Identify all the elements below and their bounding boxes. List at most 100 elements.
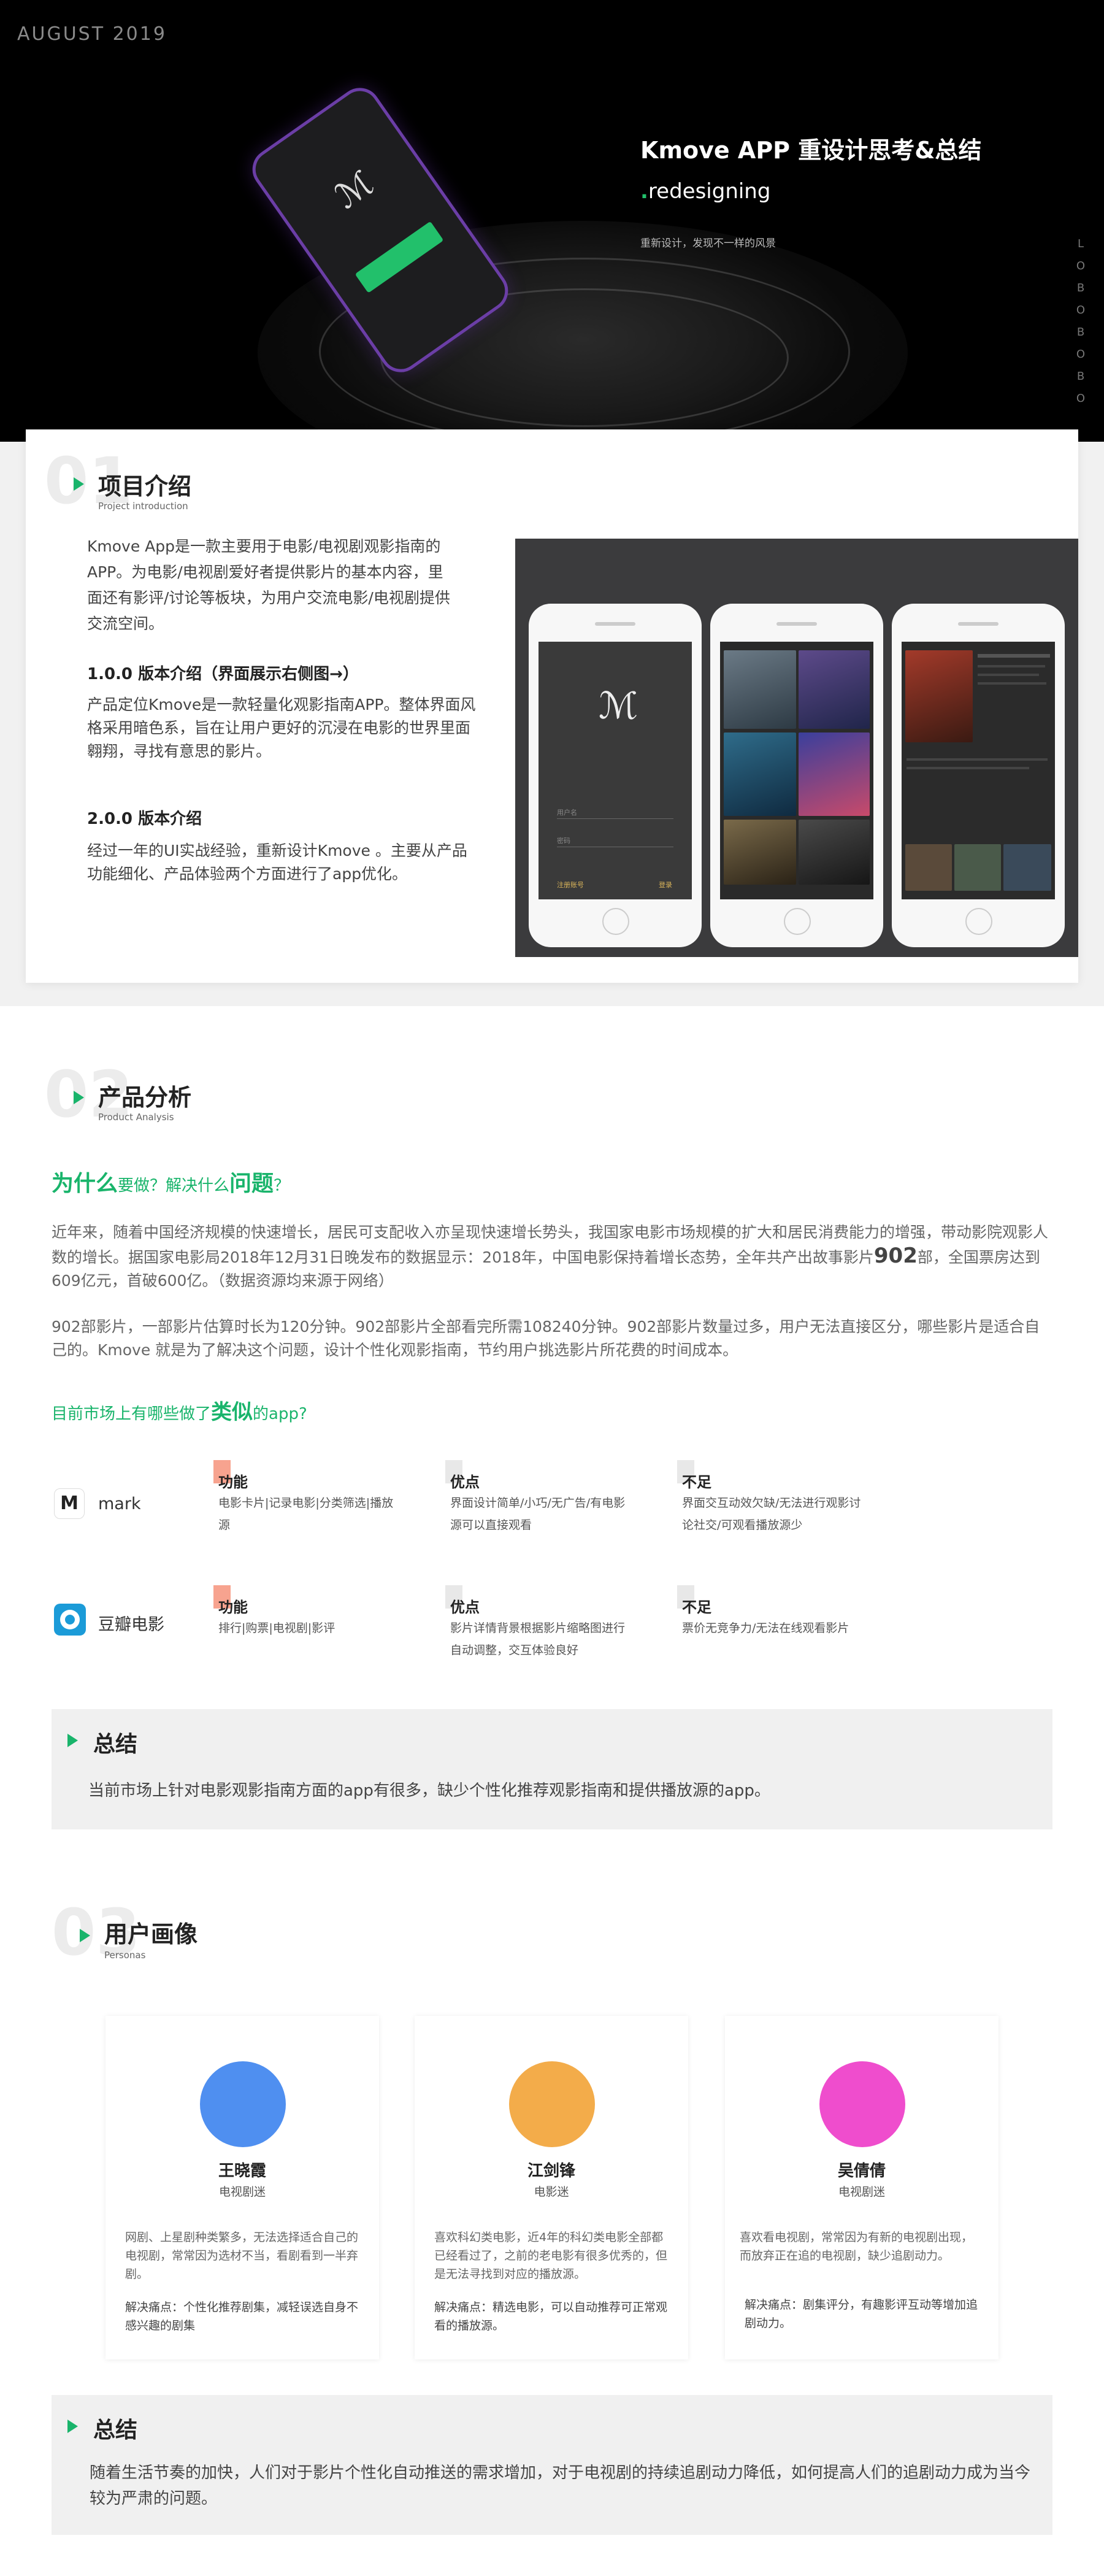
section-title: 用户画像 bbox=[104, 1921, 198, 1948]
persona-name: 吴倩倩 bbox=[837, 2162, 886, 2180]
hero-date: AUGUST 2019 bbox=[17, 23, 167, 45]
why-big: 为什么 bbox=[52, 1171, 118, 1196]
avatar bbox=[509, 2061, 595, 2147]
mark-app-icon: M bbox=[54, 1488, 85, 1519]
douban-icon-shape bbox=[65, 1615, 75, 1624]
phone-login-button-graphic bbox=[355, 221, 444, 293]
persona-name: 江剑锋 bbox=[527, 2162, 575, 2180]
text-line bbox=[907, 767, 1029, 769]
phone-speaker bbox=[958, 622, 999, 626]
phone-speaker bbox=[776, 622, 817, 626]
play-icon bbox=[67, 1734, 78, 1747]
persona-card: 吴倩倩 电视剧迷 喜欢看电视剧，常常因为有新的电视剧出现，而放弃正在追的电视剧，… bbox=[725, 2016, 999, 2359]
similar-text-end: 的app? bbox=[253, 1405, 307, 1423]
summary-panel: 总结 随着生活节奏的加快，人们对于影片个性化自动推送的需求增加，对于电视剧的持续… bbox=[52, 2395, 1052, 2535]
v2-text: 经过一年的UI实战经验，重新设计Kmove 。主要从产品功能细化、产品体验两个方… bbox=[87, 842, 467, 883]
summary-panel: 总结 当前市场上针对电影观影指南方面的app有很多，缺少个性化推荐观影指南和提供… bbox=[52, 1709, 1052, 1829]
v1-title: 1.0.0 版本介绍（界面展示右侧图→） bbox=[87, 665, 359, 683]
paragraph-market: 近年来，随着中国经济规模的快速增长，居民可支配收入亦呈现快速增长势头，我国家电影… bbox=[52, 1221, 1051, 1293]
movie-poster bbox=[724, 650, 796, 729]
hero-subtitle: .redesigning bbox=[640, 179, 770, 204]
similar-apps-question: 目前市场上有哪些做了类似的app? bbox=[52, 1395, 307, 1425]
movie-poster bbox=[905, 650, 973, 742]
text-line bbox=[907, 758, 1048, 761]
username-field: 用户名 bbox=[557, 809, 577, 817]
why-question: 为什么要做？解决什么问题？ bbox=[52, 1166, 289, 1198]
avatar bbox=[200, 2061, 286, 2147]
pros-heading: 优点 bbox=[450, 1599, 480, 1616]
function-text: 电影卡片|记录电影|分类筛选|播放源 bbox=[218, 1496, 394, 1532]
persona-pain-point: 解决痛点：精选电影，可以自动推荐可正常观看的播放源。 bbox=[434, 2301, 668, 2332]
app-logo-icon: ℳ bbox=[328, 163, 381, 217]
login-link: 登录 bbox=[659, 881, 672, 889]
movie-poster bbox=[799, 732, 870, 816]
competitor-name: mark bbox=[98, 1494, 141, 1513]
section-subtitle: Personas bbox=[104, 1950, 146, 1961]
persona-description: 喜欢科幻类电影，近4年的科幻类电影全部都已经看过了，之前的老电影有很多优秀的，但… bbox=[434, 2231, 668, 2281]
hero-title: Kmove APP 重设计思考&总结 bbox=[640, 137, 982, 164]
section-subtitle: Project introduction bbox=[98, 501, 188, 512]
play-icon bbox=[67, 2420, 78, 2433]
movie-detail-phone bbox=[892, 604, 1065, 947]
cast-thumb bbox=[954, 844, 1001, 891]
pros-text: 界面设计简单/小巧/无广告/有电影源可以直接观看 bbox=[450, 1496, 626, 1532]
pros-heading: 优点 bbox=[450, 1474, 480, 1491]
movie-detail-screen bbox=[902, 642, 1055, 899]
section-subtitle: Product Analysis bbox=[98, 1112, 174, 1123]
v2-title: 2.0.0 版本介绍 bbox=[87, 810, 202, 828]
kmove-logo-icon: ℳ bbox=[599, 685, 638, 728]
cons-heading: 不足 bbox=[682, 1474, 711, 1491]
why-small: 什么 bbox=[197, 1177, 230, 1195]
douban-app-icon bbox=[54, 1604, 86, 1636]
avatar bbox=[819, 2061, 905, 2147]
why-small: 要做？解决 bbox=[118, 1177, 198, 1195]
intro-text: Kmove App是一款主要用于电影/电视剧观影指南的APP。为电影/电视剧爱好… bbox=[87, 537, 450, 632]
persona-card: 江剑锋 电影迷 喜欢科幻类电影，近4年的科幻类电影全部都已经看过了，之前的老电影… bbox=[415, 2016, 688, 2359]
text-line bbox=[978, 665, 1045, 667]
persona-description: 网剧、上星剧种类繁多，无法选择适合自己的电视剧，常常因为选材不当，看剧看到一半弃… bbox=[125, 2231, 359, 2281]
app-screens-showcase: ℳ 用户名 密码 注册账号 登录 bbox=[515, 539, 1078, 957]
similar-text: 目前市场上有哪些做了 bbox=[52, 1405, 212, 1423]
hero-tagline: 重新设计，发现不一样的风景 bbox=[640, 237, 776, 250]
summary-text: 当前市场上针对电影观影指南方面的app有很多，缺少个性化推荐观影指南和提供播放源… bbox=[88, 1782, 770, 1800]
password-field: 密码 bbox=[557, 837, 570, 845]
play-icon bbox=[80, 1929, 90, 1942]
play-icon bbox=[74, 477, 84, 491]
cons-text: 界面交互动效欠缺/无法进行观影讨论社交/可观看播放源少 bbox=[682, 1496, 861, 1532]
persona-role: 电视剧迷 bbox=[838, 2185, 885, 2199]
v1-text: 产品定位Kmove是一款轻量化观影指南APP。整体界面风格采用暗色系，旨在让用户… bbox=[87, 696, 476, 760]
green-dot: . bbox=[640, 179, 648, 204]
persona-card: 王晓霞 电视剧迷 网剧、上星剧种类繁多，无法选择适合自己的电视剧，常常因为选材不… bbox=[105, 2016, 379, 2359]
section-title: 产品分析 bbox=[98, 1084, 192, 1111]
login-screen: ℳ 用户名 密码 注册账号 登录 bbox=[539, 642, 692, 899]
phone-speaker bbox=[595, 622, 635, 626]
summary-title: 总结 bbox=[93, 1732, 138, 1757]
persona-name: 王晓霞 bbox=[218, 2162, 266, 2180]
similar-big: 类似 bbox=[211, 1400, 253, 1424]
why-big: 问题 bbox=[229, 1171, 274, 1196]
paragraph-problem: 902部影片，一部影片估算时长为120分钟。902部影片全部看完所需108240… bbox=[52, 1318, 1040, 1359]
function-heading: 功能 bbox=[218, 1599, 248, 1616]
login-screen-phone: ℳ 用户名 密码 注册账号 登录 bbox=[529, 604, 702, 947]
text-line bbox=[978, 682, 1046, 685]
cons-heading: 不足 bbox=[682, 1599, 711, 1616]
movie-list-screen bbox=[720, 642, 873, 899]
function-heading: 功能 bbox=[218, 1474, 248, 1491]
section-title: 项目介绍 bbox=[98, 473, 192, 500]
hero-vertical-text: LOBO BOBO bbox=[1076, 237, 1086, 405]
why-small: ？ bbox=[274, 1177, 290, 1195]
cast-thumb bbox=[905, 844, 952, 891]
movie-poster bbox=[724, 820, 796, 885]
para1-number: 902 bbox=[873, 1244, 918, 1268]
function-text: 排行|购票|电视剧|影评 bbox=[218, 1621, 335, 1635]
summary-title: 总结 bbox=[93, 2418, 138, 2443]
movie-poster bbox=[724, 732, 796, 816]
movie-poster bbox=[799, 650, 870, 729]
section1-card: 01 项目介绍 Project introduction Kmove App是一… bbox=[26, 429, 1078, 983]
text-line bbox=[978, 654, 1050, 658]
register-link: 注册账号 bbox=[557, 881, 584, 889]
hero-subtitle-text: redesigning bbox=[648, 179, 771, 204]
movie-poster bbox=[799, 820, 870, 885]
persona-pain-point: 解决痛点：个性化推荐剧集，减轻误选自身不感兴趣的剧集 bbox=[125, 2301, 359, 2332]
divider bbox=[557, 818, 673, 819]
